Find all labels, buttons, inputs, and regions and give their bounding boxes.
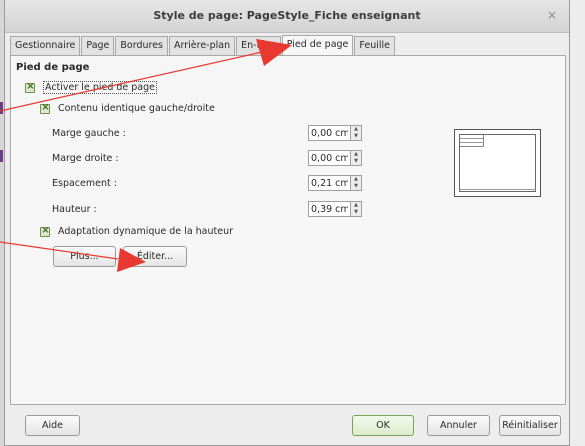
section-title: Pied de page xyxy=(16,62,90,73)
right-margin-label: Marge droite : xyxy=(52,153,119,164)
checkbox-checked-icon[interactable] xyxy=(40,102,50,114)
autofit-height-row[interactable]: Adaptation dynamique de la hauteur xyxy=(40,225,234,237)
tab-feuille[interactable]: Feuille xyxy=(354,36,395,55)
left-margin-label: Marge gauche : xyxy=(52,128,126,139)
tab-gestionnaire[interactable]: Gestionnaire xyxy=(10,36,81,55)
spin-up-down-icon[interactable]: ▲ ▼ xyxy=(351,125,362,141)
tab-en-tete[interactable]: En-tête xyxy=(236,36,281,55)
spacing-spinbox[interactable]: ▲▼ xyxy=(308,175,363,191)
tab-pied-de-page[interactable]: Pied de page xyxy=(281,35,354,56)
tab-bar: Gestionnaire Page Bordures Arrière-plan … xyxy=(10,35,396,56)
spin-up-down-icon[interactable]: ▲ ▼ xyxy=(351,201,362,217)
preview-grid xyxy=(460,135,484,147)
enable-footer-row[interactable]: Activer le pied de page xyxy=(25,81,158,94)
spacing-input[interactable] xyxy=(308,175,351,191)
tab-panel: Pied de page Activer le pied de page Con… xyxy=(10,55,566,405)
height-label: Hauteur : xyxy=(52,204,97,215)
page-preview xyxy=(454,129,541,197)
edit-button[interactable]: Éditer... xyxy=(123,246,187,267)
height-spinbox[interactable]: ▲▼ xyxy=(308,201,363,217)
right-margin-spinbox[interactable]: ▲▼ xyxy=(308,150,363,166)
checkbox-checked-icon[interactable] xyxy=(40,225,50,237)
help-button[interactable]: Aide xyxy=(25,415,80,436)
spacing-label: Espacement : xyxy=(52,178,117,189)
cancel-button[interactable]: Annuler xyxy=(427,415,490,436)
background-marker xyxy=(0,150,3,162)
tab-bordures[interactable]: Bordures xyxy=(115,36,169,55)
spin-up-down-icon[interactable]: ▲ ▼ xyxy=(351,150,362,166)
tab-page[interactable]: Page xyxy=(81,36,115,55)
reset-button[interactable]: Réinitialiser xyxy=(499,415,561,436)
background-marker xyxy=(0,102,3,114)
left-margin-input[interactable] xyxy=(308,125,351,141)
dialog-title: Style de page: PageStyle_Fiche enseignan… xyxy=(153,9,421,22)
right-margin-input[interactable] xyxy=(308,150,351,166)
checkbox-checked-icon[interactable] xyxy=(25,81,35,93)
tab-arriere-plan[interactable]: Arrière-plan xyxy=(169,36,236,55)
background-window-edge xyxy=(569,0,585,446)
same-content-row[interactable]: Contenu identique gauche/droite xyxy=(40,102,215,114)
ok-button[interactable]: OK xyxy=(352,415,414,436)
close-icon[interactable]: × xyxy=(544,7,560,23)
spin-up-down-icon[interactable]: ▲ ▼ xyxy=(351,175,362,191)
autofit-height-label: Adaptation dynamique de la hauteur xyxy=(58,226,234,237)
more-button[interactable]: Plus... xyxy=(53,246,116,267)
enable-footer-label: Activer le pied de page xyxy=(43,81,158,94)
left-margin-spinbox[interactable]: ▲▼ xyxy=(308,125,363,141)
same-content-label: Contenu identique gauche/droite xyxy=(58,103,215,114)
preview-footer-area xyxy=(459,189,536,192)
preview-page xyxy=(459,134,536,192)
page-style-dialog: Style de page: PageStyle_Fiche enseignan… xyxy=(4,0,570,446)
title-bar: Style de page: PageStyle_Fiche enseignan… xyxy=(5,0,569,33)
height-input[interactable] xyxy=(308,201,351,217)
